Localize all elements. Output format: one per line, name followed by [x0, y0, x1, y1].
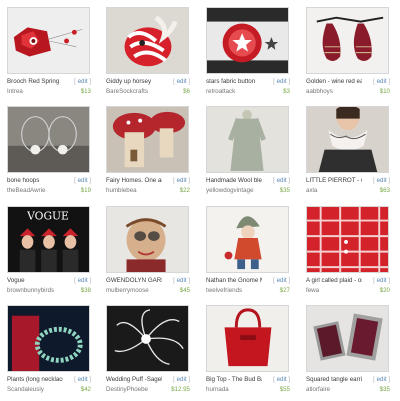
gnome-figure-image[interactable] — [206, 206, 289, 273]
listing-title[interactable]: Wedding Puff -SageB... — [106, 375, 162, 384]
listing-card[interactable]: Nathan the Gnome Mossie [ edit ] twelvefr… — [205, 206, 290, 302]
listing-title[interactable]: Brooch Red Spring — [7, 77, 63, 86]
shop-name[interactable]: yellowdogvintage — [206, 186, 266, 195]
star-button-image[interactable] — [206, 7, 289, 74]
edit-link[interactable]: [ edit ] — [173, 77, 190, 86]
hair-puff-image[interactable] — [106, 305, 189, 372]
listing-card[interactable]: Giddy up horsey [ edit ] BareSockcrafts $6 — [105, 7, 190, 103]
edit-link[interactable]: [ edit ] — [74, 77, 91, 86]
listing-card[interactable]: VOGUE Vogue [ edit ] brownbunnybirds $38 — [6, 206, 91, 302]
shop-name[interactable]: BareSockcrafts — [106, 87, 166, 96]
shop-name[interactable]: mulberrymoose — [106, 286, 166, 295]
shop-name[interactable]: DestinyPhoebe — [106, 385, 166, 394]
listing-price: $19 — [80, 187, 91, 194]
listing-title[interactable]: Big Top - The Bud Ba... — [206, 375, 262, 384]
edit-link[interactable]: [ edit ] — [373, 375, 390, 384]
listing-card[interactable]: stars fabric button [ edit ] retroattack $… — [205, 7, 290, 103]
listing-card[interactable]: Golden - wine red earrings [ edit ] aabbh… — [305, 7, 390, 103]
mushroom-houses-image[interactable] — [106, 106, 189, 173]
edit-link[interactable]: [ edit ] — [373, 77, 390, 86]
shop-name[interactable]: theBeadAwrie — [7, 186, 67, 195]
red-bag-image[interactable] — [206, 305, 289, 372]
edit-link[interactable]: [ edit ] — [273, 176, 290, 185]
listing-title[interactable]: Fairy Homes. One and 2 — [106, 176, 162, 185]
shop-name[interactable]: hurnada — [206, 385, 266, 394]
shop-name[interactable]: retroattack — [206, 87, 266, 96]
shop-name[interactable]: brownbunnybirds — [7, 286, 67, 295]
listing-price: $12.95 — [171, 386, 190, 393]
shop-name[interactable]: aabbhoys — [306, 87, 366, 96]
listing-price: $55 — [279, 386, 290, 393]
shop-name[interactable]: twelvefriends — [206, 286, 266, 295]
listing-card[interactable]: bone hoops [ edit ] theBeadAwrie $19 — [6, 106, 91, 202]
shop-name[interactable]: Scandaleusly — [7, 385, 67, 394]
shop-name[interactable]: fewa — [306, 286, 366, 295]
listing-price: $20 — [379, 287, 390, 294]
listing-title[interactable]: Nathan the Gnome Mossie — [206, 276, 262, 285]
listing-title[interactable]: Squared tangle earrings — [306, 375, 362, 384]
tangle-earrings-image[interactable] — [306, 305, 389, 372]
listing-price: $6 — [183, 88, 190, 95]
mint-necklace-image[interactable] — [7, 305, 90, 372]
shop-name[interactable]: atlorfaire — [306, 385, 366, 394]
listing-card[interactable]: LITTLE PIERROT - coll... [ edit ] axla $63 — [305, 106, 390, 202]
listing-card[interactable]: Fairy Homes. One and 2 [ edit ] humblebea… — [105, 106, 190, 202]
edit-link[interactable]: [ edit ] — [173, 176, 190, 185]
listing-title[interactable]: bone hoops — [7, 176, 63, 185]
gnome-doll-image[interactable] — [106, 206, 189, 273]
listing-title[interactable]: GWENDOLYN GARDE... — [106, 276, 162, 285]
crochet-earrings-image[interactable] — [306, 7, 389, 74]
edit-link[interactable]: [ edit ] — [273, 77, 290, 86]
listing-card[interactable]: Wedding Puff -SageB... [ edit ] DestinyPh… — [105, 305, 190, 401]
listing-price: $27 — [279, 287, 290, 294]
listing-title[interactable]: Handmade Wool blend ... — [206, 176, 262, 185]
listing-title[interactable]: LITTLE PIERROT - coll... — [306, 176, 362, 185]
treasury-grid: Brooch Red Spring [ edit ] Intrea $13 Gidd… — [0, 0, 400, 400]
listing-price: $10 — [379, 88, 390, 95]
listing-card[interactable]: A girl called plaid - origi... [ edit ] f… — [305, 206, 390, 302]
listing-card[interactable]: Squared tangle earrings [ edit ] atlorfai… — [305, 305, 390, 401]
listing-title[interactable]: Giddy up horsey — [106, 77, 162, 86]
listing-price: $45 — [179, 287, 190, 294]
listing-price: $35 — [379, 386, 390, 393]
listing-title[interactable]: Plants (long necklace) — [7, 375, 63, 384]
wool-dress-image[interactable] — [206, 106, 289, 173]
edit-link[interactable]: [ edit ] — [74, 176, 91, 185]
ruffle-collar-image[interactable] — [306, 106, 389, 173]
listing-title[interactable]: stars fabric button — [206, 77, 262, 86]
listing-title[interactable]: Vogue — [7, 276, 63, 285]
listing-card[interactable]: Handmade Wool blend ... [ edit ] yellowdo… — [205, 106, 290, 202]
shop-name[interactable]: humblebea — [106, 186, 166, 195]
shop-name[interactable]: Intrea — [7, 87, 67, 96]
listing-price: $38 — [80, 287, 91, 294]
listing-card[interactable]: Big Top - The Bud Ba... [ edit ] hurnada $… — [205, 305, 290, 401]
edit-link[interactable]: [ edit ] — [373, 276, 390, 285]
listing-title[interactable]: Golden - wine red earrings — [306, 77, 362, 86]
sock-horse-image[interactable] — [106, 7, 189, 74]
svg-text:VOGUE: VOGUE — [26, 210, 69, 223]
listing-price: $42 — [80, 386, 91, 393]
edit-link[interactable]: [ edit ] — [273, 375, 290, 384]
listing-price: $3 — [283, 88, 290, 95]
hoop-earrings-image[interactable] — [7, 106, 90, 173]
vogue-magazine-image[interactable]: VOGUE — [7, 206, 90, 273]
red-brooch-image[interactable] — [7, 7, 90, 74]
edit-link[interactable]: [ edit ] — [74, 375, 91, 384]
listing-title[interactable]: A girl called plaid - origi... — [306, 276, 362, 285]
listing-card[interactable]: GWENDOLYN GARDE... [ edit ] mulberrymoose… — [105, 206, 190, 302]
edit-link[interactable]: [ edit ] — [373, 176, 390, 185]
shop-name[interactable]: axla — [306, 186, 366, 195]
listing-price: $63 — [379, 187, 390, 194]
edit-link[interactable]: [ edit ] — [74, 276, 91, 285]
listing-card[interactable]: Plants (long necklace) [ edit ] Scandaleu… — [6, 305, 91, 401]
listing-price: $13 — [80, 88, 91, 95]
plaid-dress-image[interactable] — [306, 206, 389, 273]
listing-price: $35 — [279, 187, 290, 194]
edit-link[interactable]: [ edit ] — [173, 375, 190, 384]
edit-link[interactable]: [ edit ] — [273, 276, 290, 285]
listing-card[interactable]: Brooch Red Spring [ edit ] Intrea $13 — [6, 7, 91, 103]
listing-price: $22 — [179, 187, 190, 194]
edit-link[interactable]: [ edit ] — [173, 276, 190, 285]
